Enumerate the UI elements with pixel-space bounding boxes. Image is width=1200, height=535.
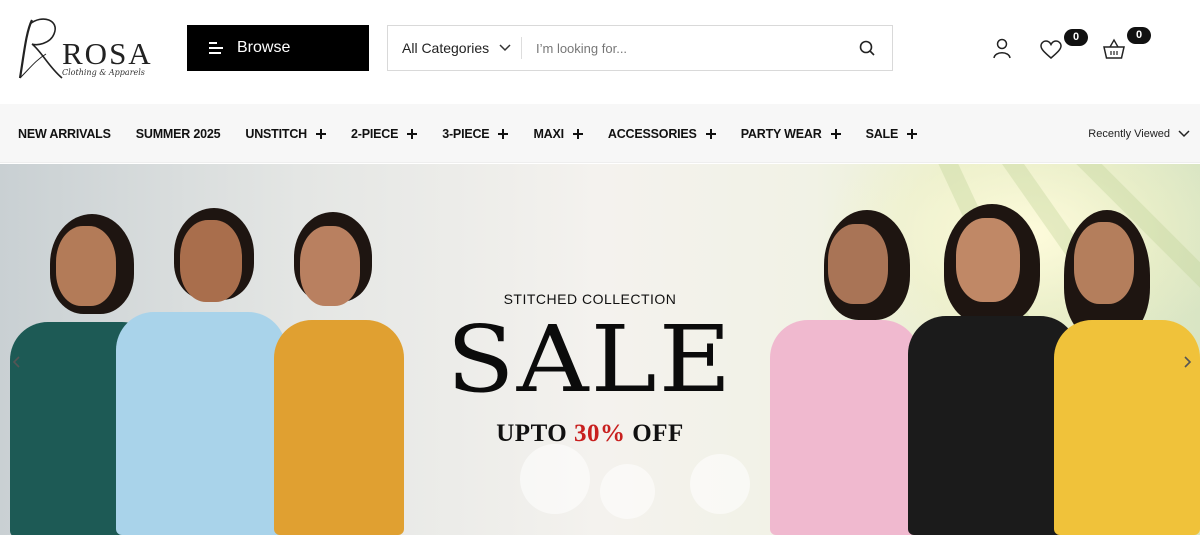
brand-tagline: Clothing & Apparels [62, 68, 145, 77]
model-image [1054, 210, 1200, 535]
category-select-value: All Categories [402, 40, 490, 56]
nav-item-label: MAXI [533, 126, 564, 141]
plus-icon[interactable] [830, 128, 841, 139]
category-select[interactable]: All Categories [388, 26, 521, 70]
hero-title: SALE [446, 306, 734, 413]
brand-name: ROSA [62, 36, 153, 71]
plus-icon[interactable] [572, 128, 583, 139]
nav-item-label: UNSTITCH [245, 126, 307, 141]
hero-offer: UPTO 30% OFF [440, 420, 740, 448]
site-header: ROSA Clothing & Apparels Browse All Cate… [0, 0, 1200, 104]
chevron-down-icon [1178, 129, 1190, 137]
hero-offer-suffix: OFF [632, 420, 684, 447]
nav-item-maxi[interactable]: MAXI [533, 126, 583, 141]
bokeh-circle [600, 464, 655, 519]
nav-item-label: ACCESSORIES [607, 126, 697, 141]
nav-item-accessories[interactable]: ACCESSORIES [608, 127, 716, 141]
main-navigation: NEW ARRIVALS SUMMER 2025 UNSTITCH 2-PIECE 3-… [0, 104, 1200, 163]
nav-item-party-wear[interactable]: PARTY WEAR [741, 127, 841, 141]
nav-menu: NEW ARRIVALS SUMMER 2025 UNSTITCH 2-PIECE 3-… [18, 104, 942, 163]
search-icon[interactable] [858, 39, 876, 57]
chevron-down-icon [499, 44, 511, 52]
browse-label: Browse [237, 39, 291, 56]
plus-icon[interactable] [407, 128, 418, 139]
nav-item-label: SUMMER 2025 [135, 126, 221, 141]
model-image [908, 204, 1078, 535]
heart-icon [1040, 40, 1062, 59]
model-image [116, 208, 286, 535]
menu-icon [209, 42, 223, 54]
hero-offer-prefix: UPTO [496, 420, 568, 447]
model-image [770, 210, 920, 535]
search-bar: All Categories [387, 25, 893, 71]
plus-icon[interactable] [907, 128, 918, 139]
wishlist-count-badge: 0 [1064, 29, 1088, 46]
hero-banner[interactable]: STITCHED COLLECTION SALE UPTO 30% OFF [0, 164, 1200, 535]
nav-item-summer-2025[interactable]: SUMMER 2025 [136, 127, 221, 141]
nav-item-label: PARTY WEAR [740, 126, 822, 141]
plus-icon[interactable] [315, 128, 326, 139]
browse-button[interactable]: Browse [187, 25, 369, 71]
cart-button[interactable]: 0 [1103, 27, 1151, 60]
previous-slide-arrow-icon[interactable] [12, 356, 20, 368]
cart-count-badge: 0 [1127, 27, 1151, 44]
nav-item-label: 2-PIECE [350, 126, 399, 141]
user-icon [993, 38, 1011, 59]
nav-item-3-piece[interactable]: 3-PIECE [442, 126, 509, 141]
rosa-monogram-icon [18, 18, 63, 79]
model-image [274, 212, 404, 535]
bokeh-circle [690, 454, 750, 514]
nav-item-label: SALE [865, 126, 899, 141]
nav-item-unstitch[interactable]: UNSTITCH [245, 127, 326, 141]
search-input[interactable] [522, 26, 858, 70]
next-slide-arrow-icon[interactable] [1184, 356, 1192, 368]
nav-item-label: 3-PIECE [442, 126, 490, 141]
nav-item-2-piece[interactable]: 2-PIECE [350, 126, 418, 141]
hero-offer-percent: 30% [574, 420, 626, 447]
brand-logo[interactable]: ROSA Clothing & Apparels [16, 14, 166, 84]
nav-item-sale[interactable]: SALE [866, 127, 918, 141]
bokeh-circle [520, 444, 590, 514]
nav-item-new-arrivals[interactable]: NEW ARRIVALS [18, 127, 111, 141]
plus-icon[interactable] [498, 128, 509, 139]
wishlist-button[interactable]: 0 [1040, 29, 1088, 60]
account-button[interactable] [992, 37, 1012, 59]
nav-item-label: NEW ARRIVALS [18, 126, 111, 141]
shopping-basket-icon [1103, 38, 1125, 59]
recently-viewed-label: Recently Viewed [1088, 127, 1170, 140]
recently-viewed-dropdown[interactable]: Recently Viewed [1088, 104, 1190, 163]
plus-icon[interactable] [705, 128, 716, 139]
